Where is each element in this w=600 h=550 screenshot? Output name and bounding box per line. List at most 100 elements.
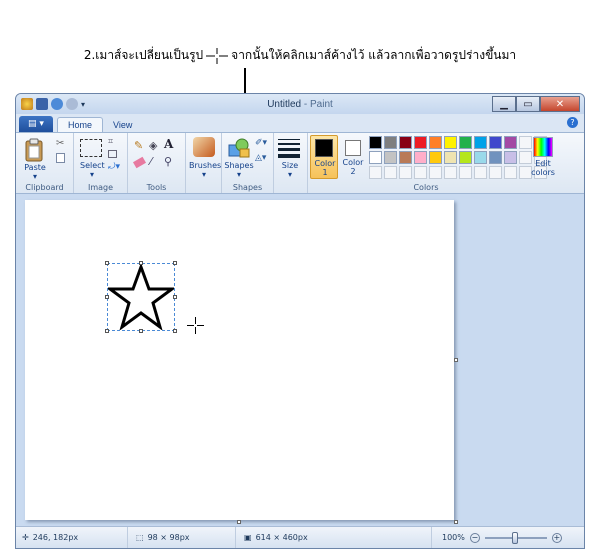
palette-swatch[interactable]: [429, 151, 442, 164]
palette-swatch[interactable]: [429, 136, 442, 149]
selection-handle[interactable]: [139, 329, 143, 333]
palette-swatch[interactable]: [399, 136, 412, 149]
palette-swatch[interactable]: [474, 136, 487, 149]
palette-swatch[interactable]: [384, 166, 397, 179]
image-size-icon: ▣: [244, 533, 252, 542]
palette-swatch[interactable]: [459, 166, 472, 179]
palette-swatch[interactable]: [474, 166, 487, 179]
crop-icon[interactable]: ⌗: [108, 137, 113, 147]
palette-swatch[interactable]: [399, 166, 412, 179]
canvas-resize-handle-right[interactable]: [454, 358, 458, 362]
color2-swatch: [345, 140, 361, 156]
shapes-group: Shapes ▾ ✐▾ ◬▾ Shapes: [222, 133, 274, 193]
color-picker-icon[interactable]: ⁄: [150, 155, 152, 168]
palette-swatch[interactable]: [444, 166, 457, 179]
shapes-button[interactable]: Shapes ▾: [224, 137, 254, 181]
redo-icon[interactable]: [66, 98, 78, 110]
shapes-label: Shapes: [224, 161, 254, 170]
palette-swatch[interactable]: [414, 151, 427, 164]
palette-swatch[interactable]: [504, 151, 517, 164]
drawing-canvas[interactable]: [25, 200, 458, 524]
undo-icon[interactable]: [51, 98, 63, 110]
text-tool-icon[interactable]: A: [164, 137, 173, 151]
pencil-icon[interactable]: ✎: [134, 139, 143, 152]
copy-icon[interactable]: [56, 153, 65, 163]
tab-view[interactable]: View: [103, 118, 142, 132]
clipboard-icon: [25, 138, 43, 162]
zoom-in-button[interactable]: +: [551, 532, 562, 543]
resize-icon[interactable]: [108, 150, 117, 158]
selection-handle[interactable]: [173, 261, 177, 265]
palette-swatch[interactable]: [489, 166, 502, 179]
brushes-button[interactable]: Brushes ▾: [189, 137, 221, 181]
zoom-out-button[interactable]: −: [469, 532, 480, 543]
shapes-icon: [228, 138, 250, 158]
selection-handle[interactable]: [105, 261, 109, 265]
palette-swatch[interactable]: [399, 151, 412, 164]
rotate-icon[interactable]: ⤾▾: [108, 162, 120, 172]
cut-icon[interactable]: ✂: [56, 138, 64, 149]
selection-handle[interactable]: [173, 295, 177, 299]
close-button[interactable]: ✕: [540, 96, 580, 112]
status-bar: ✛ 246, 182px ⬚ 98 × 98px ▣ 614 × 460px 1…: [16, 526, 584, 548]
fill-icon[interactable]: ◬▾: [255, 153, 266, 163]
palette-swatch[interactable]: [414, 166, 427, 179]
palette-swatch[interactable]: [459, 136, 472, 149]
help-icon[interactable]: ?: [567, 117, 578, 128]
color2-button[interactable]: Color 2: [340, 135, 366, 179]
palette-swatch[interactable]: [429, 166, 442, 179]
select-button[interactable]: Select ▾: [80, 137, 105, 181]
brush-icon: [193, 137, 215, 157]
zoom-slider[interactable]: [484, 531, 547, 544]
palette-swatch[interactable]: [504, 136, 517, 149]
maximize-button[interactable]: ▭: [516, 96, 540, 112]
palette-swatch[interactable]: [384, 151, 397, 164]
minimize-button[interactable]: ▁: [492, 96, 516, 112]
palette-swatch[interactable]: [474, 151, 487, 164]
paint-menu-button[interactable]: ▤ ▾: [19, 116, 53, 132]
clipboard-group: Paste ▾ ✂ Clipboard: [16, 133, 74, 193]
edit-colors-button[interactable]: Edit colors: [530, 137, 556, 181]
instruction-caption: 2.เมาส์จะเปลี่ยนเป็นรูป จากนั้นให้คลิกเม…: [0, 46, 600, 65]
tab-home[interactable]: Home: [57, 117, 104, 132]
window-controls: ▁ ▭ ✕: [492, 96, 580, 112]
paste-button[interactable]: Paste ▾: [22, 137, 48, 181]
selection-handle[interactable]: [173, 329, 177, 333]
size-dropdown-icon: ▾: [287, 170, 292, 179]
palette-swatch[interactable]: [384, 136, 397, 149]
palette-swatch[interactable]: [489, 136, 502, 149]
palette-swatch[interactable]: [504, 166, 517, 179]
zoom-slider-thumb[interactable]: [511, 531, 518, 544]
save-icon[interactable]: [36, 98, 48, 110]
eraser-icon[interactable]: [132, 156, 147, 169]
canvas-resize-handle-corner[interactable]: [454, 520, 458, 524]
selection-handle[interactable]: [105, 329, 109, 333]
selection-handle[interactable]: [139, 261, 143, 265]
palette-swatch[interactable]: [459, 151, 472, 164]
palette-swatch[interactable]: [369, 166, 382, 179]
palette-swatch[interactable]: [444, 151, 457, 164]
magnifier-icon[interactable]: ⚲: [164, 155, 172, 168]
palette-swatch[interactable]: [444, 136, 457, 149]
selection-size: 98 × 98px: [147, 533, 190, 542]
clipboard-group-label: Clipboard: [25, 183, 64, 192]
size-label: Size: [281, 161, 299, 170]
customize-quick-access-icon[interactable]: ▾: [81, 100, 85, 109]
document-name: Untitled: [267, 98, 302, 110]
size-button[interactable]: Size ▾: [278, 139, 304, 183]
color1-button[interactable]: Color 1: [310, 135, 338, 179]
image-size-segment: ▣ 614 × 460px: [236, 527, 432, 548]
canvas-resize-handle-bottom[interactable]: [237, 520, 241, 524]
color2-number: 2: [350, 167, 356, 176]
cursor-position-icon: ✛: [22, 533, 29, 542]
selection-handle[interactable]: [105, 295, 109, 299]
color1-swatch: [315, 139, 333, 157]
title-separator: -: [301, 98, 310, 110]
outline-icon[interactable]: ✐▾: [255, 138, 267, 148]
fill-bucket-icon[interactable]: ◈: [149, 139, 157, 152]
star-shape: [108, 264, 174, 330]
palette-swatch[interactable]: [369, 151, 382, 164]
palette-swatch[interactable]: [369, 136, 382, 149]
palette-swatch[interactable]: [414, 136, 427, 149]
palette-swatch[interactable]: [489, 151, 502, 164]
